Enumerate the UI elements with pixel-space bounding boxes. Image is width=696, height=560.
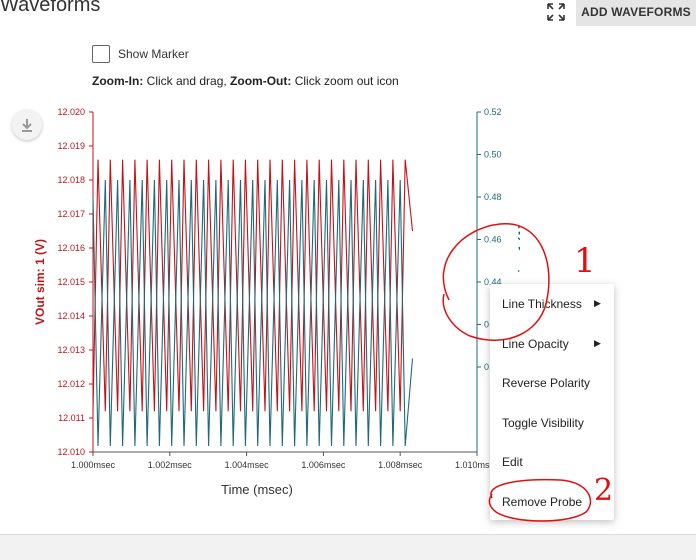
left-tick-label: 12.011 bbox=[58, 413, 85, 423]
x-axis-title: Time (msec) bbox=[221, 482, 293, 497]
menu-item-toggle-visibility[interactable]: Toggle Visibility bbox=[502, 416, 584, 430]
menu-item-line-thickness[interactable]: Line Thickness bbox=[502, 297, 582, 311]
left-tick-label: 12.014 bbox=[57, 311, 85, 321]
left-axis-title: VOut sim: 1 (V) bbox=[33, 239, 47, 325]
footer-bar bbox=[0, 534, 696, 560]
add-waveforms-button[interactable]: ADD WAVEFORMS bbox=[576, 0, 696, 26]
left-tick-label: 12.018 bbox=[57, 175, 85, 185]
right-tick-label: 0.48 bbox=[484, 192, 502, 202]
menu-item-remove-probe[interactable]: Remove Probe bbox=[502, 495, 582, 509]
waveform-chart[interactable]: 12.020 12.019 12.018 12.017 12.016 12.015 12.0… bbox=[0, 95, 520, 515]
left-tick-label: 12.013 bbox=[57, 345, 85, 355]
left-tick-label: 12.020 bbox=[57, 107, 85, 117]
right-tick-label: 0.46 bbox=[484, 235, 502, 245]
left-tick-label: 12.017 bbox=[57, 209, 85, 219]
zoom-out-label: Zoom-Out: bbox=[230, 74, 292, 88]
zoom-in-text: Click and drag, bbox=[143, 74, 231, 88]
show-marker-label: Show Marker bbox=[118, 47, 189, 61]
right-tick-label: 0.52 bbox=[484, 107, 502, 117]
left-tick-label: 12.019 bbox=[57, 141, 85, 151]
x-tick-label: 1.006msec bbox=[301, 460, 346, 470]
zoom-hint: Zoom-In: Click and drag, Zoom-Out: Click… bbox=[92, 74, 399, 88]
show-marker-row: Show Marker bbox=[92, 44, 189, 64]
menu-item-reverse-polarity[interactable]: Reverse Polarity bbox=[502, 376, 590, 390]
left-tick-label: 12.016 bbox=[57, 243, 85, 253]
left-tick-label: 12.012 bbox=[57, 379, 85, 389]
annotation-number-1: 1 bbox=[574, 241, 596, 281]
zoom-out-text: Click zoom out icon bbox=[291, 74, 399, 88]
right-axis-title: sim: 1 (A) bbox=[516, 225, 520, 280]
x-tick-label: 1.004msec bbox=[225, 460, 270, 470]
zoom-in-label: Zoom-In: bbox=[92, 74, 144, 88]
x-tick-label: 1.002msec bbox=[148, 460, 193, 470]
menu-item-edit[interactable]: Edit bbox=[502, 455, 523, 469]
x-tick-label: 1.000msec bbox=[71, 460, 116, 470]
show-marker-checkbox[interactable] bbox=[92, 45, 110, 63]
right-tick-label: 0.50 bbox=[484, 150, 502, 160]
left-tick-label: 12.015 bbox=[57, 277, 85, 287]
fullscreen-icon[interactable] bbox=[545, 2, 567, 22]
context-menu: Line Thickness ▶ Line Opacity ▶ Reverse … bbox=[490, 284, 614, 520]
caret-right-icon: ▶ bbox=[594, 338, 601, 348]
menu-item-line-opacity[interactable]: Line Opacity bbox=[502, 337, 569, 351]
page-title: Waveforms bbox=[0, 0, 101, 16]
left-tick-label: 12.010 bbox=[57, 447, 85, 457]
x-tick-label: 1.008msec bbox=[378, 460, 423, 470]
caret-right-icon: ▶ bbox=[594, 298, 601, 308]
